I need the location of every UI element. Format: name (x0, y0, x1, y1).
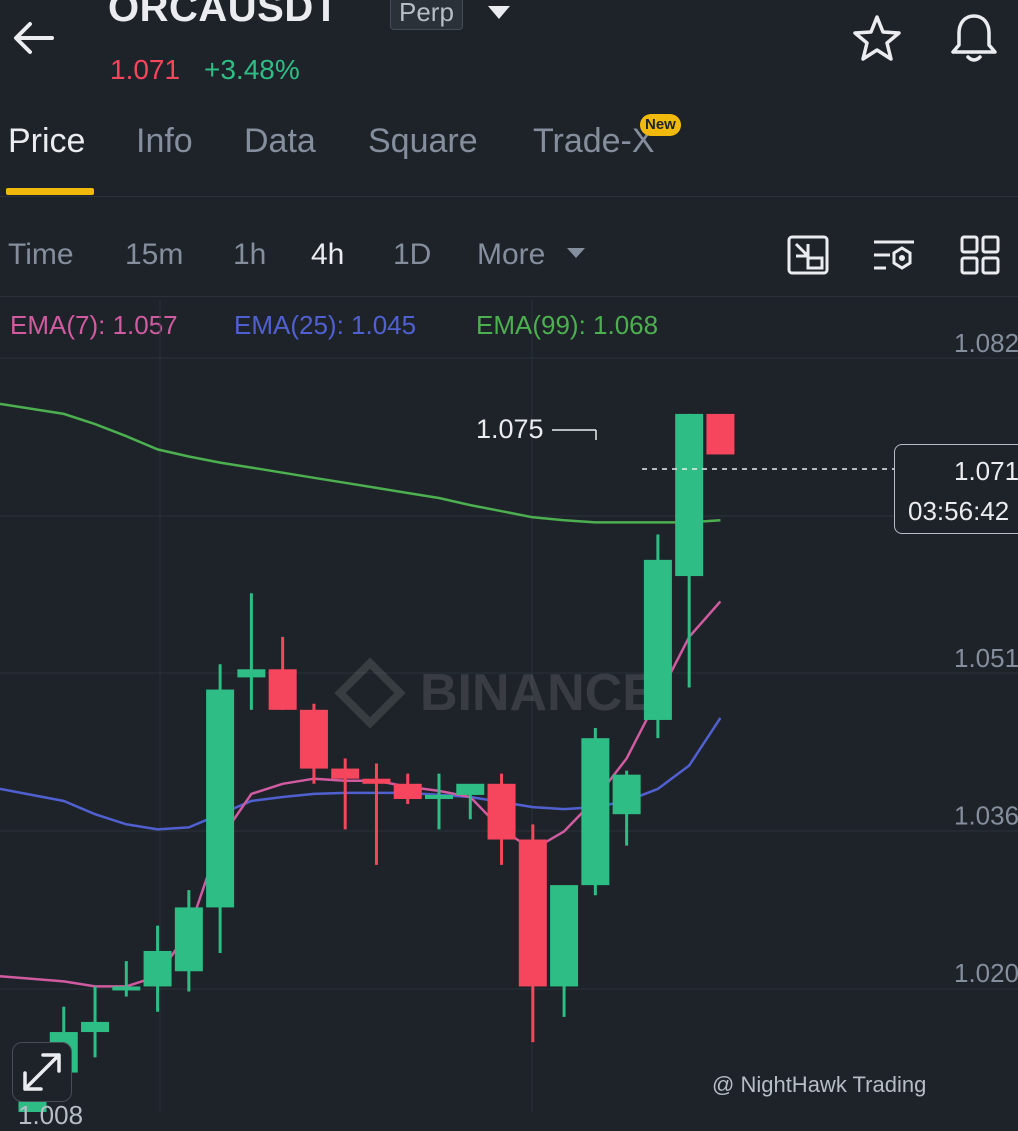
arrow-left-icon (14, 22, 54, 54)
tabs-divider (0, 196, 1018, 197)
new-badge: New (640, 114, 681, 136)
indicator-settings-icon[interactable] (872, 234, 916, 276)
ema99-line (0, 402, 721, 524)
candle-down (487, 783, 516, 840)
tab-square[interactable]: Square (368, 122, 478, 161)
high-price-label: 1.075 (476, 414, 544, 444)
candle-down (393, 783, 422, 799)
candle-countdown: 03:56:42 (908, 496, 1010, 526)
price-change-percent: +3.48% (204, 54, 300, 85)
candle-up (643, 559, 672, 720)
candle-up (174, 907, 203, 972)
candles (18, 413, 735, 1112)
toolbar-divider (0, 296, 1018, 297)
candle-up (81, 1021, 110, 1033)
price-axis-label: 1.082 (954, 328, 1018, 358)
fullscreen-button[interactable] (12, 1042, 72, 1102)
last-price: 1.071 (110, 54, 181, 85)
candle-up (581, 738, 610, 886)
candle-down (299, 709, 328, 769)
candle-up (550, 885, 579, 987)
credit-text: @ NightHawk Trading (712, 1072, 927, 1097)
binance-logo-icon (334, 657, 406, 729)
axis-bottom-label: 1.008 (18, 1100, 84, 1130)
interval-1d[interactable]: 1D (393, 238, 431, 272)
interval-15m[interactable]: 15m (125, 238, 183, 272)
candle-down (362, 778, 391, 784)
tab-data[interactable]: Data (244, 122, 316, 161)
candle-down (706, 413, 735, 455)
symbol-title[interactable]: ORCAUSDT (108, 0, 339, 31)
binance-watermark: BINANCE (334, 657, 657, 729)
candle-down (331, 768, 360, 779)
tab-info[interactable]: Info (136, 122, 193, 161)
price-axis-label: 1.020 (954, 958, 1018, 988)
candle-up (675, 413, 704, 577)
candle-up (206, 689, 235, 908)
interval-more[interactable]: More (477, 238, 545, 272)
current-price-value: 1.071 (954, 456, 1018, 486)
ema25-line (0, 717, 722, 831)
bell-icon[interactable] (946, 10, 1002, 66)
expand-icon (23, 1053, 61, 1091)
watermark-text: BINANCE (420, 664, 657, 722)
interval-time[interactable]: Time (8, 238, 74, 272)
caret-down-icon[interactable] (486, 2, 512, 22)
chart-settings-icon[interactable] (786, 234, 830, 276)
tab-trade-x[interactable]: Trade-X (533, 122, 655, 161)
candle-up (143, 950, 172, 987)
candle-down (268, 669, 297, 710)
tab-price[interactable]: Price (8, 122, 85, 161)
active-tab-indicator (6, 188, 94, 195)
candle-up (237, 669, 266, 678)
back-button[interactable] (8, 16, 60, 60)
contract-type-badge: Perp (390, 0, 463, 30)
price-axis-label: 1.036 (954, 801, 1018, 831)
candle-up (456, 783, 485, 795)
layout-grid-icon[interactable] (958, 234, 1002, 276)
candle-up (612, 774, 641, 815)
price-axis: 1.0821.0671.0511.0361.020 (954, 328, 1018, 988)
interval-4h[interactable]: 4h (311, 238, 344, 272)
caret-down-icon[interactable] (566, 246, 586, 260)
candle-up (425, 794, 454, 799)
price-axis-label: 1.051 (954, 643, 1018, 673)
candle-up (112, 986, 141, 991)
candle-down (518, 839, 547, 987)
star-icon[interactable] (850, 12, 904, 66)
interval-1h[interactable]: 1h (233, 238, 266, 272)
